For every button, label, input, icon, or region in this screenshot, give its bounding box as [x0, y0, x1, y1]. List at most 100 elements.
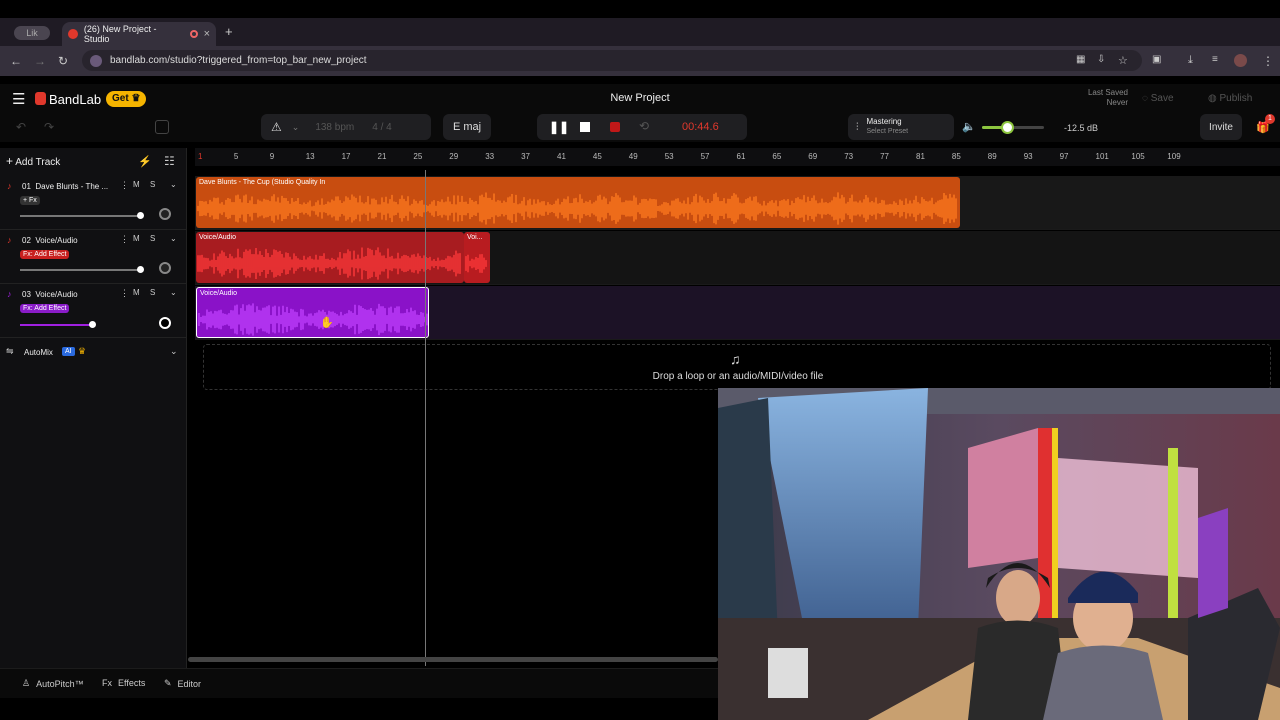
recording-indicator-icon [189, 30, 198, 38]
track-volume-slider[interactable] [20, 269, 142, 271]
track-list-panel: + Add Track ⚡ ☷ ♪ 01 Dave Blunts - The .… [0, 148, 187, 668]
mute-button[interactable]: M [133, 180, 140, 189]
chevron-down-icon[interactable]: ⌄ [170, 346, 178, 357]
add-track-button[interactable]: + Add Track [6, 154, 60, 168]
bandlab-favicon-icon [68, 29, 78, 39]
autopitch-button[interactable]: ♙ AutoPitch™ [22, 678, 84, 689]
ruler-bar-number: 9 [269, 152, 275, 161]
track-volume-handle[interactable] [137, 266, 144, 273]
track-volume-slider[interactable] [20, 215, 142, 217]
lane-2[interactable]: Voice/Audio Voi... [195, 231, 1280, 285]
save-label: Save [1150, 93, 1174, 104]
record-icon[interactable] [610, 122, 620, 132]
track-menu-icon[interactable]: ⋮ [120, 234, 129, 245]
fit-view-icon[interactable] [155, 120, 169, 134]
mastering-selector[interactable]: ⫶ Mastering Select Preset [848, 114, 954, 140]
download-icon[interactable]: ⤓ [1188, 54, 1193, 67]
track-name[interactable]: 03 Voice/Audio [22, 290, 112, 299]
lane-1[interactable]: Dave Blunts - The Cup (Studio Quality In [195, 176, 1280, 230]
back-icon[interactable]: ← [10, 54, 22, 68]
fx-badge[interactable]: Fx: Add Effect [20, 304, 70, 313]
url-bar[interactable]: bandlab.com/studio?triggered_from=top_ba… [82, 50, 1142, 71]
save-button[interactable]: ◌ Save [1142, 93, 1174, 104]
horizontal-scrollbar[interactable] [188, 657, 718, 662]
pause-icon[interactable]: ❚❚ [549, 120, 569, 134]
inactive-tab[interactable]: Lik [14, 26, 50, 40]
sidepanel-icon[interactable]: ▣ [1152, 54, 1161, 65]
tune-icon[interactable]: ☷ [164, 154, 175, 168]
track-menu-icon[interactable]: ⋮ [120, 288, 129, 299]
forward-icon[interactable]: → [34, 54, 46, 68]
install-icon[interactable]: ⇩ [1097, 54, 1105, 65]
metronome-icon[interactable]: ⚠ [271, 120, 282, 134]
audio-clip[interactable]: Dave Blunts - The Cup (Studio Quality In [196, 177, 960, 228]
close-tab-button[interactable]: × [204, 28, 210, 40]
master-volume-slider[interactable] [982, 121, 1044, 134]
redo-icon[interactable]: ↷ [44, 120, 54, 134]
track-row-2[interactable]: ♪ 02 Voice/Audio ⋮ M S ⌄ Fx: Add Effect [0, 230, 186, 284]
audio-clip-selected[interactable]: Voice/Audio [196, 287, 429, 338]
track-volume-handle[interactable] [89, 321, 96, 328]
track-row-3[interactable]: ♪ 03 Voice/Audio ⋮ M S ⌄ Fx: Add Effect [0, 284, 186, 338]
mute-button[interactable]: M [133, 288, 140, 297]
ruler-bar-number: 73 [844, 152, 854, 161]
reload-icon[interactable]: ↻ [58, 54, 68, 68]
tempo-field[interactable]: 138 bpm [315, 122, 354, 133]
stop-icon[interactable] [580, 122, 590, 132]
key-selector[interactable]: E maj [443, 114, 491, 140]
playhead[interactable] [425, 170, 426, 666]
track-name[interactable]: 01 Dave Blunts - The ... [22, 182, 112, 191]
automix-row[interactable]: ⇋ AutoMix AI ♛ ⌄ [0, 338, 186, 368]
pan-knob[interactable] [159, 208, 171, 220]
get-membership-button[interactable]: Get ♛ [106, 91, 147, 107]
lane-3[interactable]: Voice/Audio ✋ [195, 286, 1280, 340]
master-volume-handle[interactable] [1000, 121, 1014, 134]
browser-menu-icon[interactable]: ⋮ [1262, 54, 1274, 68]
track-lanes: Dave Blunts - The Cup (Studio Quality In… [195, 176, 1280, 340]
time-display: 00:44.6 [682, 121, 719, 133]
time-signature-field[interactable]: 4 / 4 [372, 122, 391, 133]
chevron-down-icon[interactable]: ⌄ [170, 180, 177, 189]
track-menu-icon[interactable]: ⋮ [120, 180, 129, 191]
add-music-icon: ♫ [730, 351, 741, 367]
editor-button[interactable]: ✎ Editor [164, 678, 201, 689]
speaker-icon[interactable]: 🔈 [962, 120, 976, 133]
pan-knob[interactable] [159, 262, 171, 274]
track-volume-slider[interactable] [20, 324, 92, 326]
media-icon[interactable]: ≡ [1212, 54, 1218, 65]
mastering-sliders-icon: ⫶ [856, 121, 859, 133]
undo-icon[interactable]: ↶ [16, 120, 26, 134]
invite-button[interactable]: Invite [1200, 114, 1242, 140]
reader-icon[interactable]: ▦ [1076, 54, 1085, 65]
profile-avatar[interactable] [1234, 54, 1247, 67]
fx-badge[interactable]: + Fx [20, 196, 40, 205]
solo-button[interactable]: S [150, 180, 155, 189]
fx-badge[interactable]: Fx: Add Effect [20, 250, 70, 259]
chevron-down-icon[interactable]: ⌄ [292, 122, 300, 133]
timeline-ruler[interactable]: 1 5 9 13 17 21 25 29 33 37 41 45 49 53 57 61 65 69 73 77 81 8… [195, 148, 1280, 166]
playback-controls: ❚❚ ⟲ 00:44.6 [537, 114, 747, 140]
site-info-icon[interactable] [90, 54, 102, 67]
audio-clip[interactable]: Voice/Audio [196, 232, 464, 283]
drop-zone[interactable]: ♫ Drop a loop or an audio/MIDI/video fil… [203, 344, 1271, 390]
publish-button[interactable]: ◍ Publish [1208, 93, 1252, 104]
chevron-down-icon[interactable]: ⌄ [170, 288, 177, 297]
audio-clip[interactable]: Voi... [464, 232, 490, 283]
solo-button[interactable]: S [150, 288, 155, 297]
track-volume-handle[interactable] [137, 212, 144, 219]
track-row-1[interactable]: ♪ 01 Dave Blunts - The ... ⋮ M S ⌄ + Fx [0, 176, 186, 230]
url-text: bandlab.com/studio?triggered_from=top_ba… [110, 55, 367, 66]
hamburger-menu-icon[interactable]: ☰ [12, 90, 25, 108]
mute-button[interactable]: M [133, 234, 140, 243]
chevron-down-icon[interactable]: ⌄ [170, 234, 177, 243]
wand-icon[interactable]: ⚡ [138, 155, 152, 168]
bookmark-star-icon[interactable]: ☆ [1118, 54, 1128, 67]
active-tab[interactable]: (26) New Project - Studio × [62, 22, 216, 46]
effects-button[interactable]: Fx Effects [102, 678, 145, 688]
loop-icon[interactable]: ⟲ [639, 119, 649, 133]
new-tab-button[interactable]: + [225, 24, 233, 39]
track-name[interactable]: 02 Voice/Audio [22, 236, 112, 245]
solo-button[interactable]: S [150, 234, 155, 243]
waveform-path [198, 303, 428, 336]
pan-knob[interactable] [159, 317, 171, 329]
